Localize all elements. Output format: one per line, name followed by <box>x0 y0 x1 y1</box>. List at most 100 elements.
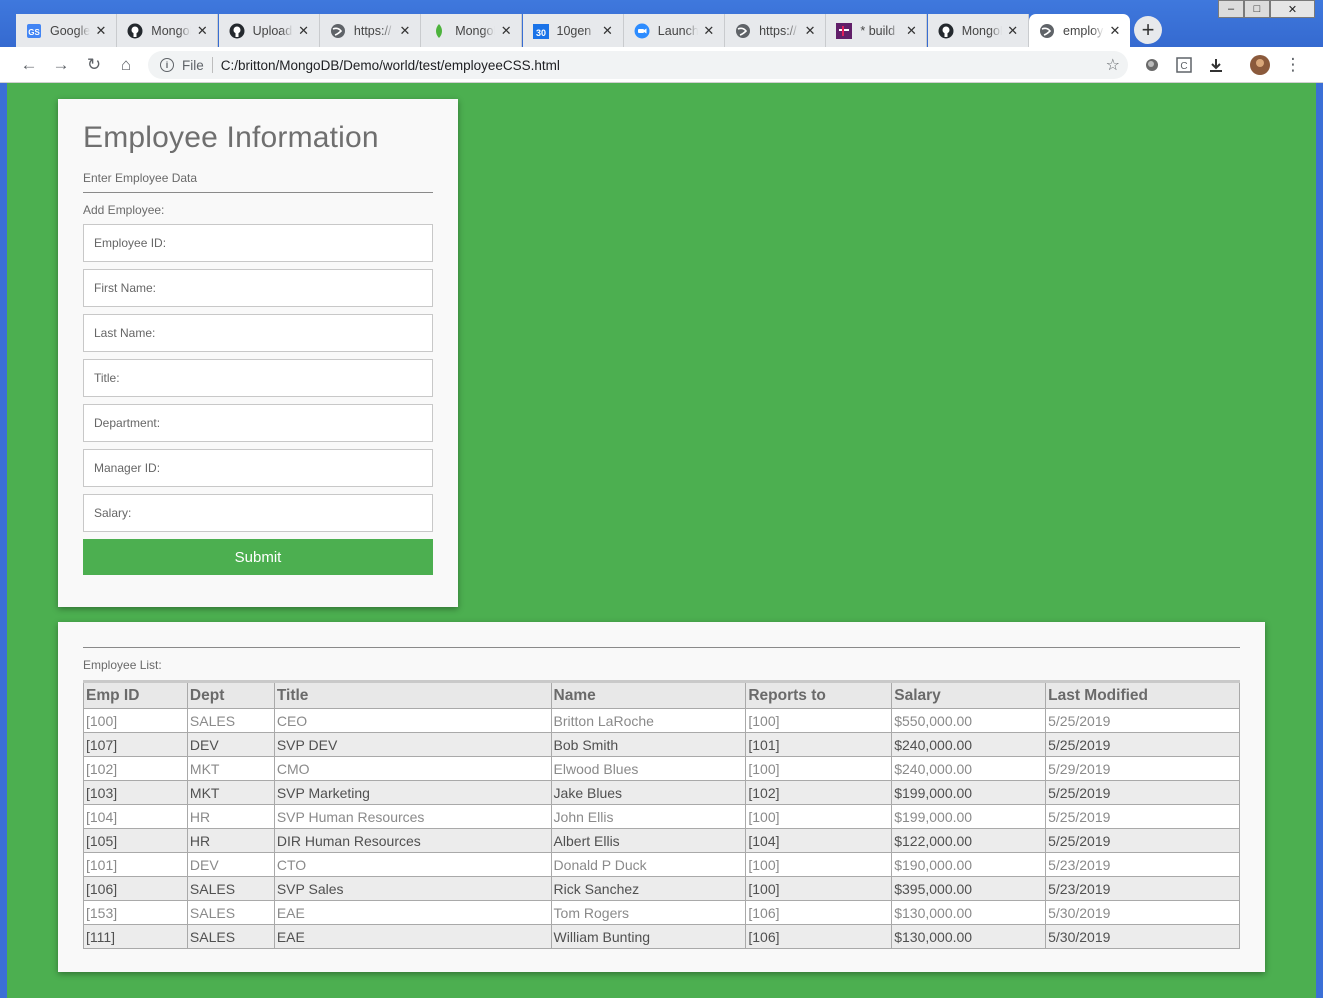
column-header: Last Modified <box>1045 680 1240 709</box>
table-row: [106] SALES SVP Sales Rick Sanchez [100] $395… <box>83 876 1240 901</box>
table-cell: $395,000.00 <box>891 876 1047 901</box>
table-cell: 5/30/2019 <box>1045 924 1240 949</box>
download-icon[interactable] <box>1205 54 1227 76</box>
table-cell: Elwood Blues <box>550 756 747 781</box>
table-row: [101] DEV CTO Donald P Duck [100] $190,000.00… <box>83 852 1240 877</box>
window-border-right <box>1316 83 1323 998</box>
extension-c-icon[interactable]: C <box>1173 54 1195 76</box>
table-cell: SALES <box>186 708 275 733</box>
browser-tab[interactable]: employeeCSS ✕ <box>1029 14 1130 48</box>
table-cell: SVP DEV <box>273 732 552 757</box>
address-bar[interactable]: i File C:/britton/MongoDB/Demo/world/tes… <box>148 51 1128 79</box>
salary-input[interactable] <box>83 494 433 532</box>
tab-title: MongoDB <box>961 23 1002 38</box>
column-header: Reports to <box>745 680 893 709</box>
reload-icon[interactable]: ↻ <box>83 54 105 76</box>
close-tab-icon[interactable]: ✕ <box>803 23 817 39</box>
browser-tab[interactable]: 30 10gen ✕ <box>522 14 624 47</box>
title-input[interactable] <box>83 359 433 397</box>
table-row: [107] DEV SVP DEV Bob Smith [101] $240,000.00… <box>83 732 1240 757</box>
table-cell: 5/25/2019 <box>1045 804 1240 829</box>
employee-id-input[interactable] <box>83 224 433 262</box>
menu-kebab-icon[interactable]: ⋮ <box>1282 54 1304 76</box>
submit-button[interactable]: Submit <box>83 539 433 575</box>
google-docs-icon: GS <box>26 23 42 39</box>
home-icon[interactable]: ⌂ <box>115 54 137 76</box>
table-cell: CMO <box>273 756 552 781</box>
new-tab-button[interactable]: + <box>1134 16 1162 44</box>
table-cell: $550,000.00 <box>891 708 1047 733</box>
browser-tab[interactable]: GS Google ✕ <box>16 14 117 47</box>
svg-text:30: 30 <box>535 28 545 38</box>
table-row: [104] HR SVP Human Resources John Ellis [100… <box>83 804 1240 829</box>
table-cell: John Ellis <box>550 804 747 829</box>
table-cell: $130,000.00 <box>891 924 1047 949</box>
close-tab-icon[interactable]: ✕ <box>297 23 311 39</box>
bookmark-star-icon[interactable]: ☆ <box>1106 55 1120 75</box>
table-row: [153] SALES EAE Tom Rogers [106] $130,000.00 5… <box>83 900 1240 925</box>
table-cell: 5/25/2019 <box>1045 828 1240 853</box>
table-cell: DEV <box>186 852 275 877</box>
table-cell: [104] <box>83 804 188 829</box>
table-cell: [101] <box>83 852 188 877</box>
close-tab-icon[interactable]: ✕ <box>94 23 108 39</box>
avatar[interactable] <box>1249 54 1271 76</box>
table-cell: CTO <box>273 852 552 877</box>
globe-icon <box>330 23 346 39</box>
tab-title: employeeCSS <box>1063 24 1104 38</box>
close-tab-icon[interactable]: ✕ <box>398 23 412 39</box>
browser-tab[interactable]: MongoDB ✕ <box>927 14 1029 47</box>
table-cell: [102] <box>745 780 893 805</box>
table-cell: 5/30/2019 <box>1045 900 1240 925</box>
close-tab-icon[interactable]: ✕ <box>601 23 615 39</box>
back-arrow-icon[interactable]: ← <box>18 54 40 76</box>
table-cell: DIR Human Resources <box>273 828 552 853</box>
table-cell: [100] <box>745 876 893 901</box>
minimize-button[interactable]: – <box>1218 0 1244 18</box>
column-header: Dept <box>186 680 275 709</box>
browser-tab[interactable]: MongoDB ✕ <box>117 14 219 47</box>
url-text[interactable]: C:/britton/MongoDB/Demo/world/test/emplo… <box>221 58 560 73</box>
table-cell: SVP Marketing <box>273 780 552 805</box>
close-tab-icon[interactable]: ✕ <box>1006 23 1020 39</box>
window-border-left <box>0 83 7 998</box>
close-tab-icon[interactable]: ✕ <box>499 23 513 39</box>
table-cell: SALES <box>186 924 275 949</box>
employee-list-card: Employee List: Emp ID Dept Title Name Report… <box>58 622 1265 972</box>
table-cell: [111] <box>83 924 188 949</box>
close-tab-icon[interactable]: ✕ <box>904 23 918 39</box>
browser-tab[interactable]: MongoDB ✕ <box>421 14 523 47</box>
column-header: Salary <box>891 680 1047 709</box>
forward-arrow-icon[interactable]: → <box>50 54 72 76</box>
browser-tab[interactable]: Upload ✕ <box>218 14 320 47</box>
employee-list-label: Employee List: <box>83 658 162 672</box>
table-cell: SALES <box>186 876 275 901</box>
close-tab-icon[interactable]: ✕ <box>195 23 209 39</box>
scheme-label: File <box>182 57 204 73</box>
browser-tab[interactable]: https:// ✕ <box>725 14 827 47</box>
extension-icon[interactable] <box>1141 54 1163 76</box>
table-cell: [100] <box>83 708 188 733</box>
department-input[interactable] <box>83 404 433 442</box>
close-tab-icon[interactable]: ✕ <box>702 23 716 39</box>
browser-tab[interactable]: Launch ✕ <box>623 14 725 47</box>
table-cell: MKT <box>186 780 275 805</box>
last-name-input[interactable] <box>83 314 433 352</box>
tab-strip: GSGoogle✕MongoDB✕Upload✕https://✕MongoDB… <box>0 0 1323 48</box>
info-icon[interactable]: i <box>160 58 174 72</box>
add-employee-label: Add Employee: <box>83 203 165 217</box>
close-window-button[interactable]: ✕ <box>1270 0 1315 18</box>
close-tab-icon[interactable]: ✕ <box>1108 23 1122 39</box>
window-controls: – □ ✕ <box>1218 0 1315 20</box>
table-cell: [100] <box>745 756 893 781</box>
table-cell: [102] <box>83 756 188 781</box>
browser-tab[interactable]: https:// ✕ <box>319 14 421 47</box>
browser-tab[interactable]: * build ✕ <box>826 14 928 47</box>
first-name-input[interactable] <box>83 269 433 307</box>
globe-icon <box>735 23 751 39</box>
maximize-button[interactable]: □ <box>1244 0 1270 18</box>
table-cell: [100] <box>745 708 893 733</box>
table-header-row: Emp ID Dept Title Name Reports to Salary Last … <box>83 680 1240 709</box>
manager-id-input[interactable] <box>83 449 433 487</box>
table-cell: HR <box>186 804 275 829</box>
